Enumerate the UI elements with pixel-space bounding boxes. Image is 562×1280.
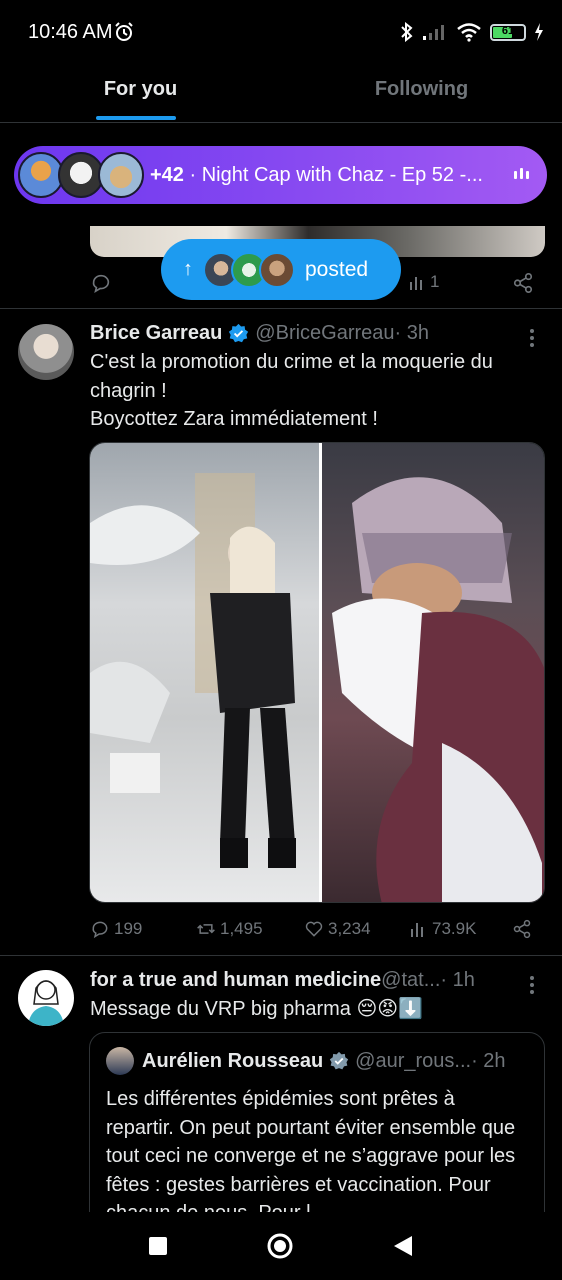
views-button[interactable]: 73.9K [408,919,476,939]
repost-icon [197,924,215,934]
quoted-author-handle: @aur_rous... [355,1049,472,1072]
verified-badge-icon [229,323,249,342]
quoted-tweet-text: Les différentes épidémies sont prêtes à … [106,1088,516,1224]
previous-tweet-views[interactable]: 1 [408,272,439,292]
tab-following[interactable]: Following [281,66,562,122]
media-image-right[interactable] [322,443,544,902]
repost-button[interactable]: 1,495 [196,919,263,939]
tweet-time: · 1h [440,968,475,991]
author-name[interactable]: Brice Garreau [90,322,222,345]
tweet-header: for a true and human medicine @tat... · … [90,966,530,994]
tweet-text-line: chagrin ! [90,379,167,402]
spaces-title-text: · Night Cap with Chaz - Ep 52 -... [183,163,483,186]
signal-icon [423,25,444,40]
like-count: 3,234 [328,919,371,938]
tweet-text-line: Boycottez Zara immédiatement ! [90,408,378,430]
spaces-title: +42 · Night Cap with Chaz - Ep 52 -... [150,164,483,187]
heart-icon [305,921,323,937]
share-button[interactable] [512,919,532,939]
recent-apps-button[interactable] [148,1236,168,1256]
battery-icon: 61 [490,23,526,41]
author-handle[interactable]: @BriceGarreau [255,322,394,345]
avatar [98,152,144,198]
author-handle[interactable]: @tat... [381,969,440,992]
verified-badge-icon [330,1051,349,1070]
arrow-up-icon: ↑ [183,258,193,280]
share-icon [513,919,531,939]
alarm-icon [115,22,133,41]
quoted-tweet-header: Aurélien Rousseau @aur_rous... · 2h [106,1047,506,1075]
audio-bars-icon [514,168,529,179]
spaces-banner[interactable]: +42 · Night Cap with Chaz - Ep 52 -... [14,146,547,204]
tab-following-label: Following [374,78,469,100]
active-tab-indicator [96,116,176,120]
tweet-actions: 199 1,495 3,234 73.9K [90,915,535,943]
views-icon [410,277,422,290]
more-options-icon[interactable] [530,973,536,997]
status-bar: 10:46 AM 61 [0,0,562,66]
system-nav-bar [0,1212,562,1280]
tweet-text: C'est la promotion du crime et la moquer… [90,348,493,434]
divider [0,955,562,956]
battery-level: 61 [501,24,515,37]
tweet-media[interactable] [89,442,545,903]
new-posts-pill[interactable]: ↑ posted [161,239,401,300]
spaces-avatars [18,150,150,200]
tweet-time: · 3h [394,321,430,344]
tab-for-you-label: For you [103,78,178,100]
quoted-tweet-time: · 2h [471,1049,506,1072]
author-name[interactable]: for a true and human medicine [90,969,381,992]
tweet-text-line: C'est la promotion du crime et la moquer… [90,351,493,373]
repost-count: 1,495 [220,919,263,938]
tweet-text: Message du VRP big pharma 😔😡⬇️ [90,998,424,1020]
home-button[interactable] [266,1232,294,1260]
more-options-icon[interactable] [530,326,536,350]
quoted-tweet[interactable]: Aurélien Rousseau @aur_rous... · 2h Les … [89,1032,545,1232]
tab-for-you[interactable]: For you [0,66,281,122]
avatar [259,251,295,288]
views-icon [411,923,423,937]
spaces-listener-count: +42 [150,163,184,186]
charging-icon [535,23,543,41]
reply-icon [92,921,108,939]
avatar [106,1047,134,1075]
share-icon[interactable] [512,272,534,294]
media-image-left[interactable] [90,443,319,902]
views-count: 73.9K [432,919,477,938]
avatar[interactable] [18,970,74,1026]
like-button[interactable]: 3,234 [304,919,371,939]
wifi-icon [457,23,481,42]
status-time: 10:46 AM [28,21,113,43]
quoted-author-name: Aurélien Rousseau [142,1049,324,1072]
bluetooth-icon [401,22,413,42]
reply-icon[interactable] [90,272,112,294]
timeline-tabs: For you Following [0,66,562,123]
tweet-header: Brice Garreau @BriceGarreau · 3h [90,319,429,347]
divider [0,308,562,309]
reply-button[interactable]: 199 [90,919,142,939]
posted-label: posted [305,257,369,281]
reply-count: 199 [114,919,143,938]
avatar[interactable] [18,324,74,380]
views-count: 1 [430,272,440,291]
back-button[interactable] [392,1234,414,1258]
